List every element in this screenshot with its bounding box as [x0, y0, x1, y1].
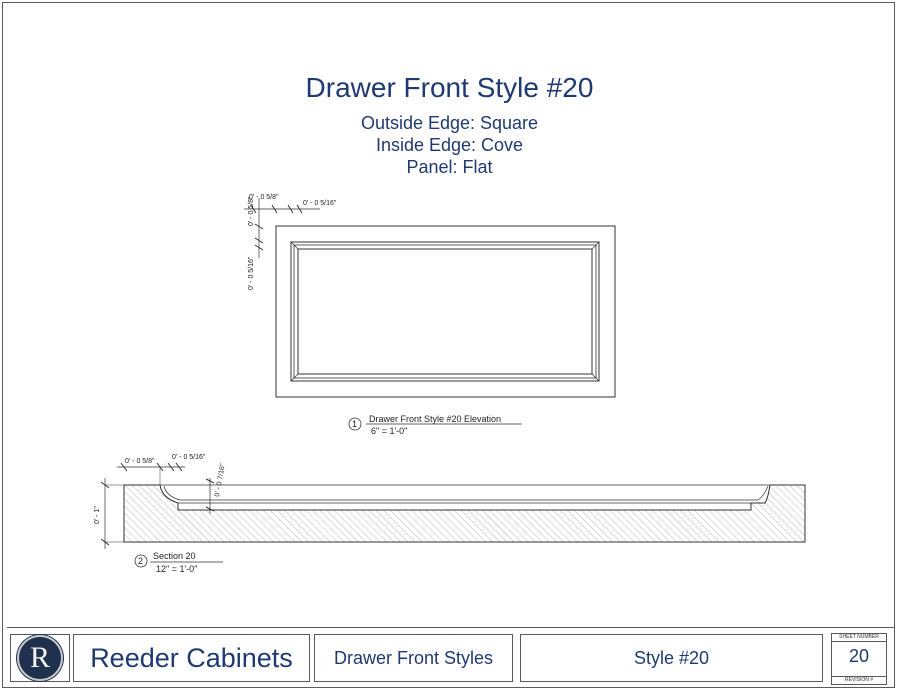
sheet-style: Style #20: [633, 647, 710, 668]
elevation-callout-number: 1: [352, 419, 357, 429]
section-dim-top-left: 0' - 0 5/8": [125, 458, 155, 465]
logo-box: R: [10, 634, 70, 682]
company-name: Reeder Cabinets: [90, 642, 293, 673]
elevation-inner-edge-outer: [290, 241, 600, 382]
elevation-view: 0' - 0 5/8" 0' - 0 5/16" 0' - 0 5/8" 0' …: [244, 194, 616, 436]
section-hatched-body: [123, 484, 806, 543]
elevation-dim-top-right: 0' - 0 5/16": [303, 200, 337, 207]
section-label: Section 20: [153, 551, 196, 561]
drawing-canvas: 0' - 0 5/8" 0' - 0 5/16" 0' - 0 5/8" 0' …: [94, 194, 806, 574]
section-scale: 12" = 1'-0": [156, 564, 197, 574]
elevation-outer-frame: [275, 225, 616, 398]
elevation-dim-left-lower: 0' - 0 5/16": [248, 256, 255, 290]
category-box: Drawer Front Styles: [314, 634, 513, 682]
revision-label: REVISION #: [832, 676, 886, 684]
sheet-number: 20: [848, 646, 870, 666]
elevation-label: Drawer Front Style #20 Elevation: [369, 414, 501, 424]
section-view: 0' - 0 5/8" 0' - 0 5/16" 0' - 0 7/16" 0'…: [94, 454, 806, 574]
sheet-category: Drawer Front Styles: [333, 647, 494, 668]
elevation-panel: [297, 248, 593, 375]
section-dim-diag: 0' - 0 7/16": [214, 463, 227, 498]
elevation-scale: 6" = 1'-0": [371, 426, 407, 436]
section-callout-number: 2: [138, 556, 143, 566]
company-box: Reeder Cabinets: [73, 634, 310, 682]
section-dim-height: 0' - 1": [94, 506, 101, 524]
elevation-dim-left-upper: 0' - 0 5/8": [248, 196, 255, 226]
section-dim-top-mid: 0' - 0 5/16": [172, 454, 206, 461]
company-logo: R: [17, 635, 63, 681]
style-box: Style #20: [520, 634, 823, 682]
elevation-inner-edge-mid: [293, 244, 597, 379]
title-block-footer: R Reeder Cabinets Drawer Front Styles St…: [7, 627, 894, 688]
logo-letter: R: [29, 641, 50, 674]
sheet-number-label: SHEET NUMBER: [832, 634, 886, 642]
sheet-number-box: SHEET NUMBER 20 REVISION #: [831, 633, 887, 685]
